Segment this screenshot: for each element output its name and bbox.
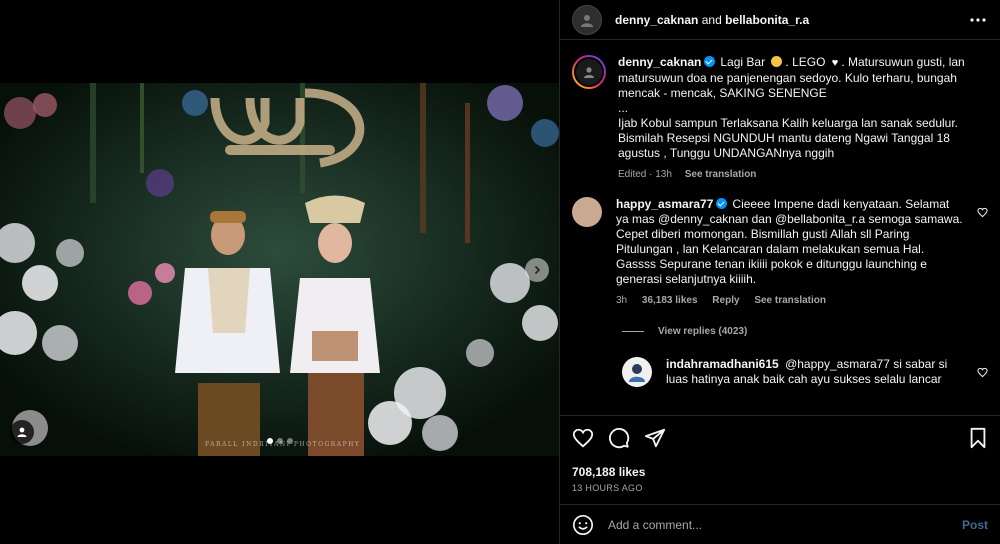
post-authors: denny_caknan and bellabonita_r.a bbox=[615, 13, 968, 27]
post-comment-button[interactable]: Post bbox=[962, 518, 988, 532]
photo-watermark: FARALL INDRIYANI PHOTOGRAPHY bbox=[205, 441, 361, 448]
carousel-next-button[interactable] bbox=[525, 258, 549, 282]
verified-badge-icon bbox=[716, 198, 728, 209]
coauthor-username-link[interactable]: bellabonita_r.a bbox=[725, 13, 809, 27]
reply-button[interactable]: Reply bbox=[712, 295, 739, 306]
comment-meta: 3h 36,183 likes Reply See translation bbox=[616, 293, 964, 308]
caption-text-part4: Ijab Kobul sampun Terlaksana Kalih kelua… bbox=[618, 116, 958, 160]
verified-badge-icon bbox=[704, 56, 716, 67]
avatar[interactable] bbox=[572, 55, 606, 89]
action-icons-row bbox=[572, 416, 988, 460]
reply-like-button[interactable] bbox=[977, 365, 988, 383]
view-replies-label: View replies (4023) bbox=[658, 326, 748, 337]
avatar[interactable] bbox=[622, 357, 652, 387]
share-button[interactable] bbox=[644, 427, 666, 449]
post-photo[interactable]: FARALL INDRIYANI PHOTOGRAPHY bbox=[0, 83, 559, 456]
comment-input[interactable] bbox=[608, 517, 962, 532]
caption-ellipsis: ... bbox=[618, 101, 629, 115]
comment-button[interactable] bbox=[608, 427, 630, 449]
avatar[interactable] bbox=[572, 197, 602, 227]
smiling-face-emoji-icon bbox=[771, 56, 783, 67]
profile-picture-icon bbox=[581, 14, 593, 27]
caption-edited-time: Edited · 13h bbox=[618, 169, 672, 180]
save-button[interactable] bbox=[968, 427, 988, 449]
caption-meta: Edited · 13h See translation bbox=[618, 167, 988, 182]
divider bbox=[622, 331, 644, 332]
heart-outline-icon bbox=[977, 207, 988, 218]
see-translation-link[interactable]: See translation bbox=[754, 295, 826, 306]
more-options-button[interactable] bbox=[968, 10, 988, 30]
chevron-right-icon bbox=[534, 265, 541, 275]
author-username-link[interactable]: denny_caknan bbox=[615, 13, 698, 27]
comments-scroll-area[interactable]: denny_caknan Lagi Bar . LEGO ♥. Matursuwu… bbox=[560, 41, 1000, 415]
comment-like-button[interactable] bbox=[977, 205, 988, 223]
post-header: denny_caknan and bellabonita_r.a bbox=[560, 0, 1000, 40]
post-actions: 708,188 likes 13 HOURS AGO bbox=[560, 415, 1000, 493]
post-media-area: FARALL INDRIYANI PHOTOGRAPHY bbox=[0, 0, 559, 544]
more-horizontal-icon bbox=[970, 17, 986, 22]
like-button[interactable] bbox=[572, 427, 594, 449]
reply-username-link[interactable]: indahramadhani615 bbox=[666, 357, 779, 371]
comment-item: happy_asmara77 Cieeee Impene dadi kenyata… bbox=[560, 197, 1000, 308]
post-side-panel: denny_caknan and bellabonita_r.a denny_c… bbox=[559, 0, 1000, 544]
comment-username-link[interactable]: happy_asmara77 bbox=[616, 197, 713, 211]
post-caption: denny_caknan Lagi Bar . LEGO ♥. Matursuwu… bbox=[560, 41, 1000, 182]
likes-count[interactable]: 708,188 likes bbox=[572, 465, 988, 479]
comment-time: 3h bbox=[616, 295, 628, 306]
wedding-photo-illustration bbox=[0, 83, 559, 456]
white-heart-emoji-icon: ♥ bbox=[831, 57, 839, 69]
bookmark-icon bbox=[970, 427, 986, 449]
reply-item: indahramadhani615 @happy_asmara77 si sab… bbox=[560, 357, 1000, 387]
post-timestamp[interactable]: 13 HOURS AGO bbox=[572, 483, 988, 493]
add-comment-bar: Post bbox=[560, 504, 1000, 544]
see-translation-link[interactable]: See translation bbox=[685, 169, 757, 180]
profile-picture-icon bbox=[629, 364, 645, 382]
smiley-face-icon bbox=[573, 514, 593, 535]
profile-picture-icon bbox=[584, 67, 594, 78]
caption-text-part1: Lagi Bar bbox=[720, 55, 766, 69]
paper-plane-icon bbox=[644, 428, 666, 448]
person-icon bbox=[17, 427, 27, 437]
caption-text-part2: . LEGO bbox=[785, 55, 826, 69]
comment-bubble-icon bbox=[609, 428, 630, 449]
view-replies-button[interactable]: View replies (4023) bbox=[622, 326, 1000, 337]
authors-conjunction: and bbox=[701, 12, 722, 27]
tagged-users-button[interactable] bbox=[10, 420, 34, 444]
heart-outline-icon bbox=[572, 428, 594, 448]
avatar[interactable] bbox=[572, 4, 602, 35]
heart-outline-icon bbox=[977, 367, 988, 378]
emoji-picker-button[interactable] bbox=[572, 514, 594, 536]
caption-username-link[interactable]: denny_caknan bbox=[618, 55, 701, 69]
comment-likes-count[interactable]: 36,183 likes bbox=[642, 295, 698, 306]
